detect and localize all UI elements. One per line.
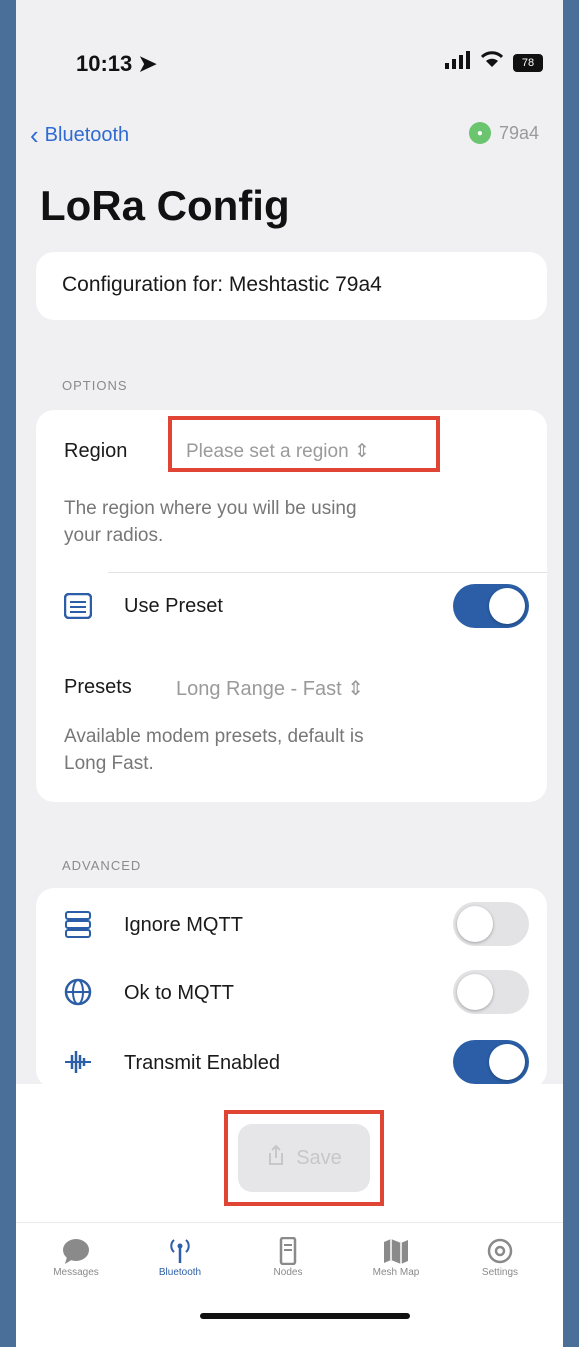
gear-icon	[450, 1237, 550, 1267]
tab-settings[interactable]: Settings	[450, 1237, 550, 1278]
tab-mesh-map[interactable]: Mesh Map	[346, 1237, 446, 1278]
transmit-enabled-label: Transmit Enabled	[124, 1052, 280, 1074]
server-icon	[62, 908, 94, 940]
presets-picker[interactable]: Long Range - Fast ⇕	[176, 676, 364, 701]
waveform-icon	[62, 1046, 94, 1078]
tab-nodes-label: Nodes	[273, 1267, 303, 1278]
configuration-card: Configuration for: Meshtastic 79a4	[36, 252, 547, 320]
chevron-left-icon: ‹	[30, 120, 39, 150]
map-icon	[346, 1237, 446, 1267]
toggle-knob	[489, 588, 525, 624]
transmit-enabled-toggle[interactable]	[453, 1040, 529, 1084]
divider	[108, 572, 547, 573]
device-icon	[238, 1236, 338, 1267]
advanced-card: Ignore MQTT Ok to MQTT Transmit Enabled	[36, 888, 547, 1088]
navigation-bar: ‹ Bluetooth ● 79a4	[16, 120, 563, 152]
save-label: Save	[296, 1146, 342, 1169]
tab-bluetooth-label: Bluetooth	[158, 1267, 202, 1278]
tab-settings-label: Settings	[481, 1267, 519, 1278]
toggle-knob	[489, 1044, 525, 1080]
presets-description-1: Available modem presets, default is	[64, 726, 364, 747]
options-card: Region Please set a region ⇕ The region …	[36, 410, 547, 802]
presets-label: Presets	[64, 676, 132, 698]
share-icon	[266, 1144, 286, 1172]
phone-screen: 10:13 ➤ 78 ‹ Bluetooth ● 79a4 LoRa Confi…	[16, 0, 563, 1347]
configuration-label: Configuration for: Meshtastic 79a4	[62, 273, 382, 296]
signal-icon	[445, 51, 471, 74]
ignore-mqtt-label: Ignore MQTT	[124, 914, 243, 936]
options-header: OPTIONS	[62, 378, 128, 393]
advanced-header: ADVANCED	[62, 858, 142, 873]
tab-nodes[interactable]: Nodes	[238, 1236, 338, 1278]
status-icons: 78	[445, 51, 543, 74]
location-arrow-icon: ➤	[138, 51, 157, 76]
home-indicator	[200, 1313, 410, 1319]
region-description-1: The region where you will be using	[64, 498, 357, 519]
page-title: LoRa Config	[40, 182, 290, 229]
ok-to-mqtt-toggle[interactable]	[453, 970, 529, 1014]
device-status-icon: ●	[468, 122, 491, 144]
save-button[interactable]: Save	[238, 1124, 370, 1192]
tab-messages-label: Messages	[53, 1267, 99, 1278]
tab-mesh-map-label: Mesh Map	[372, 1267, 420, 1278]
preset-list-icon	[62, 590, 94, 622]
ok-to-mqtt-label: Ok to MQTT	[124, 982, 234, 1004]
wifi-icon	[480, 51, 504, 74]
message-bubble-icon	[26, 1237, 126, 1267]
save-highlight: Save	[224, 1110, 384, 1206]
battery-icon: 78	[513, 53, 543, 72]
globe-icon	[62, 976, 94, 1008]
tab-bar: Messages Bluetooth Nodes Mesh Map Settin…	[16, 1222, 563, 1293]
status-time: 10:13 ➤	[76, 51, 157, 77]
status-bar: 10:13 ➤ 78	[16, 45, 563, 85]
toggle-knob	[457, 906, 493, 942]
region-picker[interactable]: Please set a region ⇕	[186, 440, 370, 463]
presets-description-2: Long Fast.	[64, 753, 154, 774]
toggle-knob	[457, 974, 493, 1010]
bottom-panel: Save Messages Bluetooth Nodes Mesh Map S…	[16, 1084, 563, 1347]
tab-messages[interactable]: Messages	[26, 1237, 126, 1278]
use-preset-toggle[interactable]	[453, 584, 529, 628]
region-description-2: your radios.	[64, 525, 164, 546]
antenna-icon	[130, 1237, 230, 1267]
device-indicator[interactable]: ● 79a4	[468, 122, 539, 144]
back-button[interactable]: ‹ Bluetooth	[30, 120, 129, 151]
ignore-mqtt-toggle[interactable]	[453, 902, 529, 946]
region-label: Region	[64, 440, 128, 462]
device-short-name: 79a4	[498, 122, 539, 143]
time-text: 10:13	[76, 51, 133, 76]
use-preset-label: Use Preset	[124, 595, 223, 617]
tab-bluetooth[interactable]: Bluetooth	[130, 1237, 230, 1278]
back-label: Bluetooth	[44, 124, 130, 146]
